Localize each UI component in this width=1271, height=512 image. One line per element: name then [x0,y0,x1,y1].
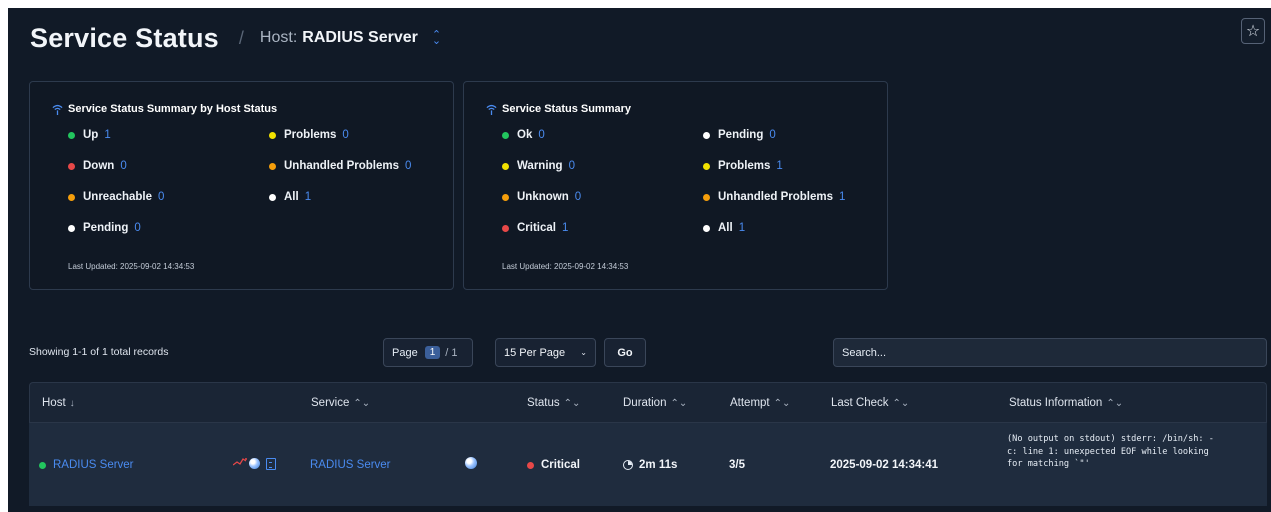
document-icon[interactable] [266,457,276,470]
service-status-unknown[interactable]: Unknown 0 [502,191,581,203]
service-status-pending[interactable]: Pending 0 [703,129,776,141]
service-status-warning[interactable]: Warning 0 [502,160,575,172]
page-selector[interactable]: Page 1 / 1 [383,338,473,367]
favorite-star-button[interactable]: ☆ [1241,18,1265,44]
status-dot-icon [68,131,75,139]
per-page-select[interactable]: 15 Per Page ⌄ [495,338,596,367]
last-check-cell: 2025-09-02 14:34:41 [830,459,939,471]
column-header-status-information[interactable]: Status Information ⌃⌄ [1009,397,1123,409]
sort-icon: ⌃⌄ [1106,398,1124,409]
service-table: Host ↓ Service ⌃⌄ Status ⌃⌄ Duration ⌃⌄ Atte… [29,382,1267,512]
column-header-attempt[interactable]: Attempt ⌃⌄ [730,397,790,409]
last-updated: Last Updated: 2025-09-02 14:34:53 [68,262,195,271]
card-title: Service Status Summary [486,102,631,116]
host-status-pending[interactable]: Pending 0 [68,222,141,234]
host-status-down[interactable]: Down 0 [68,160,127,172]
status-dot-icon [703,131,710,139]
status-dot-icon [68,162,75,170]
sort-icon: ⌃⌄ [773,398,791,409]
sort-icon: ⌃⌄ [563,398,581,409]
sort-icon: ⌃⌄ [353,398,371,409]
host-status-up[interactable]: Up 1 [68,129,111,141]
host-status-unhandled-problems[interactable]: Unhandled Problems 0 [269,160,411,172]
host-label: Host: [259,29,298,46]
host-cell: RADIUS Server [39,459,134,471]
records-count: Showing 1-1 of 1 total records [29,346,169,358]
sort-arrow-icon: ↓ [69,398,75,409]
page-header: Service Status / Host: RADIUS Server ⌃ ⌄ [30,20,441,56]
column-header-host[interactable]: Host ↓ [42,397,75,409]
status-dot-icon [703,224,710,232]
status-dot-icon [68,224,75,232]
app-frame: Service Status / Host: RADIUS Server ⌃ ⌄… [8,8,1271,512]
service-cell: RADIUS Server [310,459,391,471]
star-icon: ☆ [1245,23,1261,40]
service-status-unhandled-problems[interactable]: Unhandled Problems 1 [703,191,845,203]
status-dot-icon [269,193,276,201]
graph-icon[interactable] [232,457,247,470]
sort-icon: ⌃⌄ [670,398,688,409]
globe-icon[interactable] [249,458,260,469]
status-information-cell: (No output on stdout) stderr: /bin/sh: -… [1007,434,1214,469]
service-link[interactable]: RADIUS Server [310,459,391,471]
attempt-cell: 3/5 [729,459,745,471]
host-up-dot-icon [39,461,46,469]
breadcrumb-separator: / [238,27,244,48]
status-dot-icon [703,162,710,170]
host-status-problems[interactable]: Problems 0 [269,129,349,141]
status-dot-icon [502,193,509,201]
duration-cell: 2m 11s [623,459,677,471]
last-updated: Last Updated: 2025-09-02 14:34:53 [502,262,629,271]
column-header-last-check[interactable]: Last Check ⌃⌄ [831,397,909,409]
page-number-input[interactable]: 1 [424,346,441,359]
column-header-service[interactable]: Service ⌃⌄ [311,397,370,409]
sort-icon: ⌃⌄ [892,398,910,409]
status-cell: Critical [527,459,580,471]
status-dot-icon [269,131,276,139]
wifi-icon [486,104,497,118]
service-status-critical[interactable]: Critical 1 [502,222,568,234]
table-header: Host ↓ Service ⌃⌄ Status ⌃⌄ Duration ⌃⌄ Atte… [29,382,1267,422]
column-header-duration[interactable]: Duration ⌃⌄ [623,397,687,409]
page-title: Service Status [30,22,219,53]
table-row: RADIUS Server RADIUS Server Critical 2m … [29,422,1267,506]
status-dot-icon [502,224,509,232]
host-switch-chevron-icon[interactable]: ⌃ ⌄ [432,30,441,47]
wifi-icon [52,104,63,118]
search-input[interactable]: Search... [833,338,1267,367]
service-status-all[interactable]: All 1 [703,222,745,234]
status-badge: Critical [541,459,580,471]
clock-icon [623,460,633,470]
host-status-unreachable[interactable]: Unreachable 0 [68,191,164,203]
card-title: Service Status Summary by Host Status [52,102,277,116]
host-name: RADIUS Server [302,29,418,46]
summary-by-host-status-card: Service Status Summary by Host Status Up… [29,81,454,290]
go-button[interactable]: Go [604,338,646,367]
critical-dot-icon [527,461,534,469]
host-status-all[interactable]: All 1 [269,191,311,203]
status-dot-icon [68,193,75,201]
service-status-summary-card: Service Status Summary Ok 0 Warning 0 Un… [463,81,888,290]
chevron-down-icon: ⌄ [580,348,587,357]
status-dot-icon [269,162,276,170]
host-link[interactable]: RADIUS Server [53,459,134,471]
service-actions [465,457,477,469]
column-header-status[interactable]: Status ⌃⌄ [527,397,580,409]
service-status-problems[interactable]: Problems 1 [703,160,783,172]
globe-icon[interactable] [465,457,477,469]
status-dot-icon [703,193,710,201]
host-actions [232,457,276,470]
status-dot-icon [502,162,509,170]
status-dot-icon [502,131,509,139]
service-status-ok[interactable]: Ok 0 [502,129,545,141]
